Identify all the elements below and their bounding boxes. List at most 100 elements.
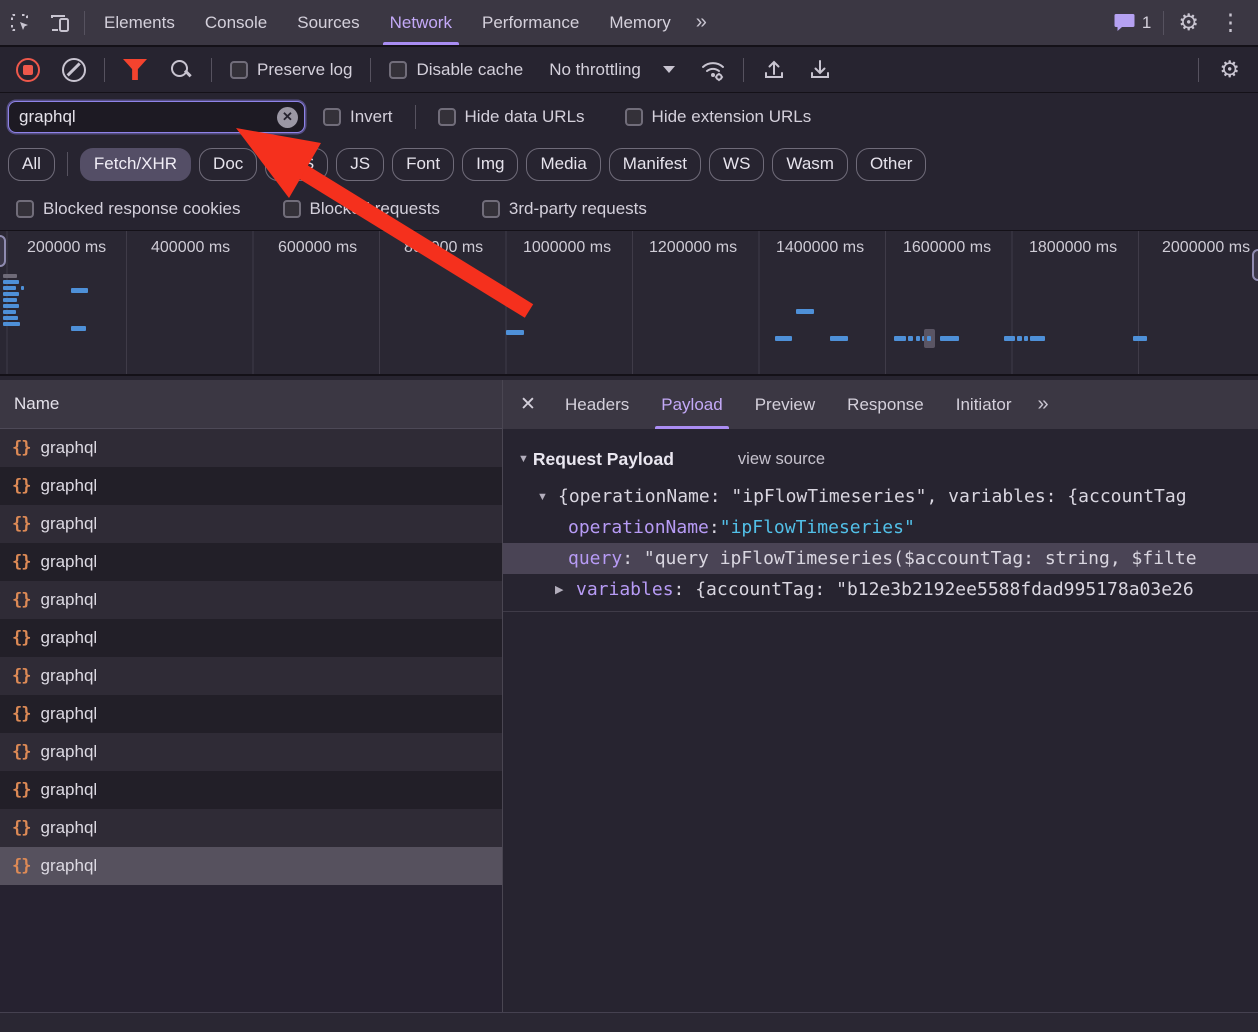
network-overview-timeline[interactable]: 200000 ms400000 ms600000 ms800000 ms1000… [0, 231, 1258, 376]
type-chip-img[interactable]: Img [462, 148, 518, 181]
name-column-label: Name [14, 394, 59, 414]
close-detail-icon[interactable]: ✕ [507, 380, 549, 429]
request-row[interactable]: {}graphql [0, 429, 502, 467]
request-row[interactable]: {}graphql [0, 505, 502, 543]
hide-extension-urls-option[interactable]: Hide extension URLs [617, 107, 820, 127]
disable-cache-option[interactable]: Disable cache [381, 60, 531, 80]
settings-gear-icon[interactable]: ⚙ [1168, 9, 1209, 36]
tab-console[interactable]: Console [190, 0, 282, 45]
request-name: graphql [40, 742, 97, 762]
filter-row: ✕ Invert Hide data URLs Hide extension U… [0, 93, 1258, 141]
network-conditions-icon[interactable] [700, 57, 726, 83]
blocked-response-cookies-label: Blocked response cookies [43, 199, 241, 219]
type-chip-other[interactable]: Other [856, 148, 927, 181]
invert-option[interactable]: Invert [315, 107, 401, 127]
request-name: graphql [40, 514, 97, 534]
tab-network[interactable]: Network [375, 0, 467, 45]
blocked-response-cookies-option[interactable]: Blocked response cookies [8, 199, 249, 219]
clear-network-log-icon[interactable] [62, 58, 86, 82]
request-bar [1017, 336, 1022, 341]
record-network-log-icon[interactable] [16, 58, 40, 82]
detail-tab-preview[interactable]: Preview [739, 380, 831, 429]
request-row[interactable]: {}graphql [0, 809, 502, 847]
blocked-requests-option[interactable]: Blocked requests [275, 199, 448, 219]
hide-extension-urls-checkbox[interactable] [625, 108, 643, 126]
tab-elements[interactable]: Elements [89, 0, 190, 45]
third-party-requests-option[interactable]: 3rd-party requests [474, 199, 655, 219]
timeline-left-handle[interactable] [0, 235, 6, 267]
kebab-menu-icon[interactable]: ⋮ [1209, 9, 1252, 36]
view-source-link[interactable]: view source [738, 450, 825, 469]
inspect-element-icon[interactable] [0, 0, 40, 45]
invert-checkbox[interactable] [323, 108, 341, 126]
disclosure-collapsed-icon[interactable]: ▶ [555, 583, 576, 596]
timeline-tick-label: 1000000 ms [523, 239, 611, 257]
type-chip-ws[interactable]: WS [709, 148, 764, 181]
type-chip-css[interactable]: CSS [265, 148, 328, 181]
blocked-requests-checkbox[interactable] [283, 200, 301, 218]
type-chip-all[interactable]: All [8, 148, 55, 181]
request-row[interactable]: {}graphql [0, 695, 502, 733]
payload-line[interactable]: query: "query ipFlowTimeseries($accountT… [503, 543, 1258, 574]
import-har-icon[interactable] [761, 57, 787, 83]
section-expanded-icon[interactable]: ▼ [518, 453, 529, 465]
filter-input[interactable] [19, 107, 277, 127]
type-chip-wasm[interactable]: Wasm [772, 148, 848, 181]
detail-tab-response[interactable]: Response [831, 380, 940, 429]
disclosure-expanded-icon[interactable]: ▼ [537, 491, 558, 503]
more-detail-tabs-icon[interactable]: » [1027, 380, 1056, 429]
type-chip-media[interactable]: Media [526, 148, 600, 181]
detail-tab-headers[interactable]: Headers [549, 380, 645, 429]
detail-tab-initiator[interactable]: Initiator [940, 380, 1028, 429]
throttling-dropdown[interactable]: No throttling [537, 60, 687, 80]
clear-filter-icon[interactable]: ✕ [277, 107, 298, 128]
detail-tab-payload[interactable]: Payload [645, 380, 738, 429]
device-toolbar-icon[interactable] [40, 0, 80, 45]
name-column-header[interactable]: Name [0, 380, 502, 429]
type-chip-font[interactable]: Font [392, 148, 454, 181]
payload-line[interactable]: operationName: "ipFlowTimeseries" [503, 512, 1258, 543]
preserve-log-option[interactable]: Preserve log [222, 60, 360, 80]
hide-data-urls-checkbox[interactable] [438, 108, 456, 126]
filter-input-box[interactable]: ✕ [8, 101, 305, 133]
type-chip-js[interactable]: JS [336, 148, 384, 181]
bottom-scroll-strip[interactable] [0, 1012, 1258, 1032]
type-chip-manifest[interactable]: Manifest [609, 148, 701, 181]
preserve-log-checkbox[interactable] [230, 61, 248, 79]
filter-funnel-icon[interactable] [123, 59, 147, 80]
timeline-tick-label: 800000 ms [404, 239, 483, 257]
hide-data-urls-option[interactable]: Hide data URLs [430, 107, 593, 127]
request-row[interactable]: {}graphql [0, 771, 502, 809]
blocked-response-cookies-checkbox[interactable] [16, 200, 34, 218]
tab-memory[interactable]: Memory [594, 0, 685, 45]
disable-cache-checkbox[interactable] [389, 61, 407, 79]
request-payload-section[interactable]: ▼ Request Payload view source [503, 442, 1258, 476]
network-settings-gear-icon[interactable]: ⚙ [1209, 56, 1250, 83]
search-icon[interactable] [169, 58, 193, 82]
issues-counter[interactable]: 1 [1106, 13, 1159, 33]
request-row[interactable]: {}graphql [0, 619, 502, 657]
third-party-requests-checkbox[interactable] [482, 200, 500, 218]
request-row[interactable]: {}graphql [0, 733, 502, 771]
request-list-panel: Name {}graphql{}graphql{}graphql{}graphq… [0, 380, 503, 1032]
request-row[interactable]: {}graphql [0, 657, 502, 695]
tab-sources[interactable]: Sources [282, 0, 374, 45]
dropdown-caret-icon [663, 66, 675, 73]
request-row[interactable]: {}graphql [0, 467, 502, 505]
type-chip-doc[interactable]: Doc [199, 148, 257, 181]
more-tabs-icon[interactable]: » [686, 0, 715, 45]
type-chip-fetchxhr[interactable]: Fetch/XHR [80, 148, 191, 181]
request-row[interactable]: {}graphql [0, 581, 502, 619]
request-bar [71, 288, 88, 293]
request-bar [3, 280, 19, 284]
request-row[interactable]: {}graphql [0, 543, 502, 581]
request-row[interactable]: {}graphql [0, 847, 502, 885]
payload-line[interactable]: ▶variables: {accountTag: "b12e3b2192ee55… [503, 574, 1258, 605]
payload-token: : "query ipFlowTimeseries($accountTag: s… [622, 548, 1196, 569]
payload-line[interactable]: ▼{operationName: "ipFlowTimeseries", var… [503, 481, 1258, 512]
divider [503, 611, 1258, 612]
timeline-right-handle[interactable] [1252, 249, 1258, 281]
export-har-icon[interactable] [807, 57, 833, 83]
request-bar [3, 316, 18, 320]
tab-performance[interactable]: Performance [467, 0, 594, 45]
